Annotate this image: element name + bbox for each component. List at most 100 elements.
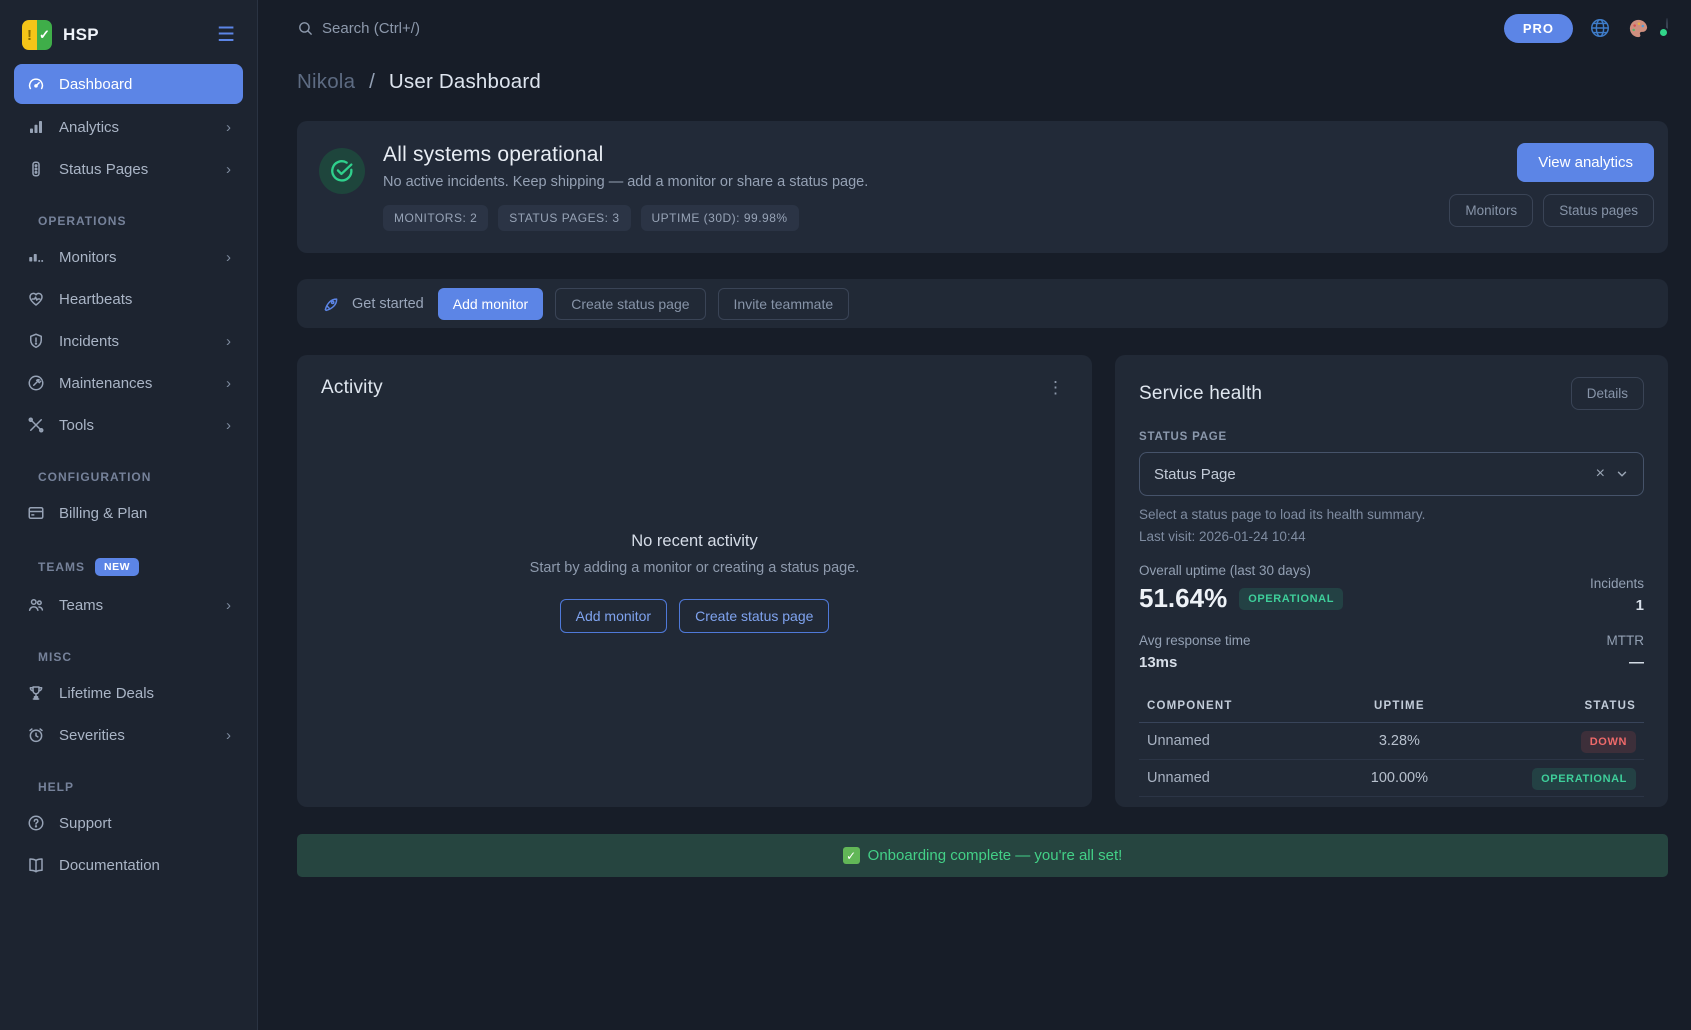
online-status-dot (1658, 27, 1669, 38)
maintenance-icon (26, 374, 45, 393)
sidebar-item-label: Incidents (59, 333, 119, 350)
check-circle-icon (319, 148, 365, 194)
view-analytics-button[interactable]: View analytics (1517, 143, 1654, 182)
empty-create-status-page-button[interactable]: Create status page (679, 599, 829, 633)
sidebar-item-maintenances[interactable]: Maintenances › (14, 362, 243, 404)
hero-actions: View analytics Monitors Status pages (1449, 143, 1654, 231)
topbar-actions: PRO (1504, 14, 1668, 43)
last-visit-text: Last visit: 2026-01-24 10:44 (1139, 529, 1644, 544)
component-uptime: 100.00% (1321, 770, 1479, 786)
sidebar-item-severities[interactable]: Severities › (14, 714, 243, 756)
monitors-bars-icon (26, 248, 45, 267)
section-help: HELP (14, 756, 243, 802)
response-stat-row: Avg response time 13ms MTTR — (1139, 633, 1644, 671)
incidents-stat-label: Incidents (1590, 576, 1644, 591)
uptime-stat: Overall uptime (last 30 days) 51.64% OPE… (1139, 563, 1343, 614)
monitors-button[interactable]: Monitors (1449, 194, 1533, 227)
avg-response-stat: Avg response time 13ms (1139, 633, 1251, 671)
sidebar-item-label: Documentation (59, 857, 160, 874)
pro-badge[interactable]: PRO (1504, 14, 1573, 43)
uptime-stat-label: Overall uptime (last 30 days) (1139, 563, 1343, 578)
operational-status-badge: OPERATIONAL (1239, 588, 1343, 610)
incidents-stat-value: 1 (1590, 597, 1644, 614)
sidebar-nav: Dashboard Analytics › Status Pages › OPE… (0, 64, 257, 886)
sidebar-item-billing[interactable]: Billing & Plan (14, 492, 243, 534)
section-misc: MISC (14, 626, 243, 672)
language-globe-icon[interactable] (1589, 17, 1611, 39)
search-icon (297, 20, 314, 37)
select-icons: × (1596, 466, 1629, 482)
components-table-header: COMPONENT UPTIME STATUS (1139, 691, 1644, 723)
select-helper-text: Select a status page to load its health … (1139, 507, 1644, 522)
logo-exclaim: ! (22, 20, 37, 50)
status-pages-count-badge: STATUS PAGES: 3 (498, 205, 630, 231)
components-table: COMPONENT UPTIME STATUS Unnamed 3.28% DO… (1139, 691, 1644, 797)
component-column-header: COMPONENT (1147, 700, 1321, 712)
section-teams: TEAMS NEW (14, 534, 243, 584)
chevron-down-icon[interactable] (1615, 467, 1629, 481)
sidebar-item-support[interactable]: Support (14, 802, 243, 844)
empty-add-monitor-button[interactable]: Add monitor (560, 599, 667, 633)
breadcrumb-parent[interactable]: Nikola (297, 70, 355, 93)
down-status-badge: DOWN (1581, 731, 1636, 753)
empty-state-actions: Add monitor Create status page (560, 599, 830, 633)
hero-ghost-buttons: Monitors Status pages (1449, 194, 1654, 227)
theme-palette-icon[interactable] (1627, 17, 1650, 40)
new-badge: NEW (95, 558, 139, 576)
table-row[interactable]: Unnamed 3.28% DOWN (1139, 723, 1644, 760)
mttr-value: — (1607, 654, 1645, 671)
details-button[interactable]: Details (1571, 377, 1644, 410)
onboarding-banner-text: Onboarding complete — you're all set! (868, 847, 1123, 864)
sidebar-item-label: Tools (59, 417, 94, 434)
sidebar-item-lifetime-deals[interactable]: Lifetime Deals (14, 672, 243, 714)
table-row[interactable]: Unnamed 100.00% OPERATIONAL (1139, 760, 1644, 797)
user-avatar[interactable] (1666, 19, 1668, 37)
logo-row: ! ✓ HSP ☰ (0, 14, 257, 64)
sidebar-item-heartbeats[interactable]: Heartbeats (14, 278, 243, 320)
sidebar-item-analytics[interactable]: Analytics › (14, 106, 243, 148)
traffic-light-icon (26, 160, 45, 179)
brand-logo-icon[interactable]: ! ✓ (22, 20, 52, 50)
get-started-bar: Get started Add monitor Create status pa… (297, 279, 1668, 328)
sidebar-item-teams[interactable]: Teams › (14, 584, 243, 626)
sidebar-item-label: Status Pages (59, 161, 148, 178)
uptime-badge: UPTIME (30D): 99.98% (641, 205, 799, 231)
hero-badges: MONITORS: 2 STATUS PAGES: 3 UPTIME (30D)… (383, 205, 868, 231)
sidebar-item-dashboard[interactable]: Dashboard (14, 64, 243, 104)
breadcrumb-current: User Dashboard (389, 70, 541, 93)
hero-subtitle: No active incidents. Keep shipping — add… (383, 174, 868, 190)
empty-state-title: No recent activity (631, 532, 758, 551)
sidebar-item-label: Analytics (59, 119, 119, 136)
chevron-right-icon: › (226, 375, 231, 392)
create-status-page-button[interactable]: Create status page (555, 288, 705, 320)
clear-selection-icon[interactable]: × (1596, 466, 1605, 482)
chevron-right-icon: › (226, 597, 231, 614)
sidebar-item-documentation[interactable]: Documentation (14, 844, 243, 886)
service-health-header: Service health Details (1139, 377, 1644, 410)
avg-response-value: 13ms (1139, 654, 1251, 671)
rocket-icon (322, 295, 340, 313)
status-pages-button[interactable]: Status pages (1543, 194, 1654, 227)
tools-icon (26, 416, 45, 435)
sidebar-item-label: Maintenances (59, 375, 152, 392)
hamburger-icon[interactable]: ☰ (217, 25, 235, 45)
invite-teammate-button[interactable]: Invite teammate (718, 288, 850, 320)
uptime-column-header: UPTIME (1321, 700, 1479, 712)
breadcrumb: Nikola / User Dashboard (297, 70, 1668, 94)
add-monitor-button[interactable]: Add monitor (438, 288, 543, 320)
logo-check: ✓ (37, 20, 52, 50)
chevron-right-icon: › (226, 417, 231, 434)
component-name: Unnamed (1147, 733, 1321, 749)
sidebar: ! ✓ HSP ☰ Dashboard Analytics › (0, 0, 258, 1030)
sidebar-item-monitors[interactable]: Monitors › (14, 236, 243, 278)
search-input[interactable]: Search (Ctrl+/) (297, 20, 420, 37)
empty-state-subtitle: Start by adding a monitor or creating a … (530, 560, 860, 576)
main-content: Search (Ctrl+/) PRO Nikola / User Dashbo… (258, 0, 1691, 1030)
shield-alert-icon (26, 332, 45, 351)
sidebar-item-incidents[interactable]: Incidents › (14, 320, 243, 362)
sidebar-item-status-pages[interactable]: Status Pages › (14, 148, 243, 190)
incidents-stat: Incidents 1 (1590, 576, 1644, 614)
sidebar-item-tools[interactable]: Tools › (14, 404, 243, 446)
status-page-select[interactable]: Status Page × (1139, 452, 1644, 496)
chevron-right-icon: › (226, 333, 231, 350)
